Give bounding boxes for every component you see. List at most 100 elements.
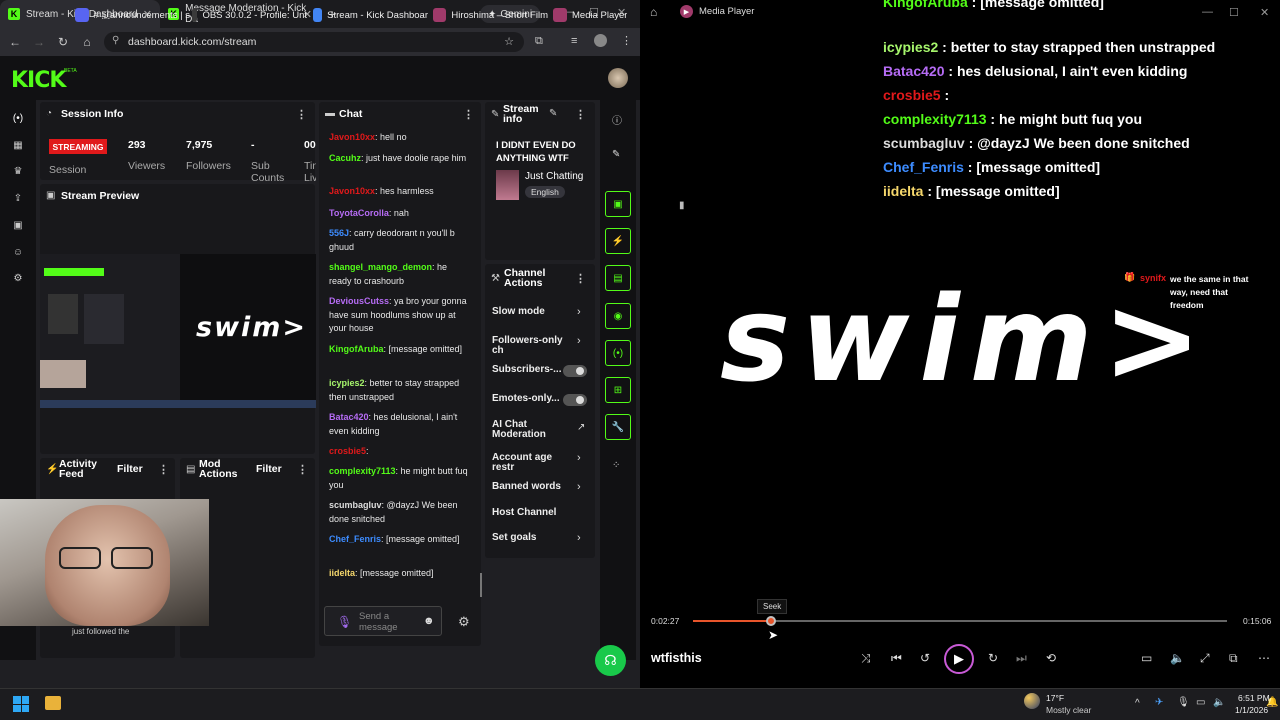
chat-message[interactable]: scumbagluv: @dayzJ We been done snitched bbox=[329, 499, 471, 526]
edit-stream-icon[interactable]: ✎ bbox=[549, 108, 557, 119]
stream-info-menu-icon[interactable]: ⋮ bbox=[575, 108, 586, 121]
play-button[interactable]: ▶ bbox=[944, 644, 974, 674]
chat-settings-icon[interactable]: ⚙ bbox=[458, 614, 470, 630]
maximize-icon[interactable]: ☐ bbox=[1229, 6, 1239, 19]
channel-action-item[interactable]: Banned words bbox=[492, 482, 572, 492]
chat-message[interactable]: Batac420: hes delusional, I ain't even k… bbox=[329, 411, 471, 438]
bookmark-star-icon[interactable]: ☆ bbox=[504, 35, 514, 48]
repeat-icon[interactable]: ⟲ bbox=[1046, 651, 1056, 665]
clock-date[interactable]: 1/1/2026 bbox=[1235, 705, 1268, 715]
chat-username[interactable]: shangel_mango_demon bbox=[329, 262, 432, 272]
forward-30-icon[interactable]: ↻ bbox=[988, 651, 998, 665]
seek-bar[interactable] bbox=[693, 616, 1227, 626]
shuffle-icon[interactable]: ⤨ bbox=[861, 651, 871, 666]
toggle-switch[interactable] bbox=[563, 394, 587, 406]
activity-menu-icon[interactable]: ⋮ bbox=[158, 463, 169, 476]
chat-message[interactable]: Cacuhz: just have doolie rape him bbox=[329, 152, 471, 166]
forward-icon[interactable]: → bbox=[27, 35, 51, 49]
home-icon[interactable]: ⌂ bbox=[650, 5, 657, 19]
channel-action-item[interactable]: Host Channel bbox=[492, 508, 572, 518]
chat-popout-button[interactable]: ◉ bbox=[605, 303, 631, 329]
taskbar-app[interactable]: # 🇺announcements | s bbox=[75, 8, 190, 22]
broadcast-button[interactable]: (•) bbox=[605, 340, 631, 366]
layout-button[interactable]: ⊞ bbox=[605, 377, 631, 403]
chat-message[interactable]: 556J: carry deodorant n you'll b ghuud bbox=[329, 227, 471, 254]
chat-username[interactable]: Javon10xx bbox=[329, 132, 375, 142]
channel-action-item[interactable]: Emotes-only... bbox=[492, 394, 572, 404]
minimize-icon[interactable]: — bbox=[1202, 6, 1213, 18]
chat-message[interactable]: ToyotaCorolla: nah bbox=[329, 207, 471, 221]
chevron-right-icon[interactable]: › bbox=[577, 481, 581, 493]
support-button[interactable]: ☊ bbox=[595, 645, 626, 676]
taskbar-app[interactable]: Media Player bbox=[553, 8, 627, 22]
chat-message[interactable]: Chef_Fenris: [message omitted] bbox=[329, 533, 471, 547]
chat-message[interactable]: Javon10xx: hell no bbox=[329, 131, 471, 145]
previous-icon[interactable]: ⏮ bbox=[891, 651, 902, 666]
chat-username[interactable]: 556J bbox=[329, 228, 349, 238]
mod-menu-icon[interactable]: ⋮ bbox=[297, 463, 308, 476]
reload-icon[interactable]: ↻ bbox=[51, 35, 75, 49]
chevron-right-icon[interactable]: › bbox=[577, 452, 581, 464]
chat-username[interactable]: crosbie5 bbox=[329, 446, 366, 456]
moderation-nav-icon[interactable]: ▣ bbox=[12, 220, 24, 232]
chat-scrollbar[interactable] bbox=[480, 573, 482, 597]
chat-message[interactable]: iidelta: [message omitted] bbox=[329, 567, 471, 581]
chat-message[interactable]: shangel_mango_demon: he ready to crashou… bbox=[329, 261, 471, 288]
channel-action-item[interactable]: Subscribers-... bbox=[492, 365, 572, 375]
channel-actions-menu-icon[interactable]: ⋮ bbox=[575, 272, 586, 285]
chat-input[interactable]: 🎙 Send a message ☻ bbox=[324, 606, 442, 636]
chevron-right-icon[interactable]: › bbox=[577, 306, 581, 318]
chevron-right-icon[interactable]: › bbox=[577, 335, 581, 347]
channel-action-item[interactable]: AI Chat Moderation bbox=[492, 420, 572, 440]
network-icon[interactable]: ▭ bbox=[1196, 697, 1205, 708]
home-icon[interactable]: ⌂ bbox=[75, 35, 99, 49]
chevron-right-icon[interactable]: › bbox=[577, 532, 581, 544]
screen-capture-button[interactable]: ▣ bbox=[605, 191, 631, 217]
weather-icon[interactable] bbox=[1024, 693, 1040, 709]
tools-button[interactable]: 🔧 bbox=[605, 414, 631, 440]
stream-nav-icon[interactable]: (•) bbox=[12, 113, 24, 125]
chat-message[interactable]: KingofAruba: [message omitted] bbox=[329, 343, 471, 357]
chat-username[interactable]: Chef_Fenris bbox=[329, 534, 381, 544]
notifications-icon[interactable]: 🔔 bbox=[1266, 697, 1278, 708]
chat-message[interactable]: DeviousCutss: ya bro your gonna have sum… bbox=[329, 295, 471, 336]
rewind-10-icon[interactable]: ↺ bbox=[920, 651, 930, 665]
channel-action-item[interactable]: Set goals bbox=[492, 533, 572, 543]
pencil-icon[interactable]: ✎ bbox=[612, 149, 620, 160]
more-options-icon[interactable]: ⋯ bbox=[1258, 651, 1270, 665]
settings-nav-icon[interactable]: ⚙ bbox=[12, 273, 24, 285]
next-icon[interactable]: ⏭ bbox=[1016, 651, 1027, 666]
site-info-icon[interactable]: ⚲ bbox=[112, 35, 119, 46]
info-icon[interactable]: ⓘ bbox=[612, 112, 622, 127]
chat-username[interactable]: Cacuhz bbox=[329, 153, 361, 163]
chat-message[interactable]: crosbie5: bbox=[329, 445, 471, 459]
volume-icon[interactable]: 🔈 bbox=[1170, 651, 1185, 665]
browser-menu-icon[interactable]: ⋮ bbox=[621, 34, 632, 47]
emoji-icon[interactable]: ☻ bbox=[423, 615, 435, 627]
tray-app-icon[interactable]: ✈ bbox=[1155, 697, 1163, 708]
profile-avatar[interactable] bbox=[594, 34, 607, 47]
taskbar-app[interactable]: Hiroshima – Short Film bbox=[433, 8, 548, 22]
captions-icon[interactable]: ▭ bbox=[1141, 651, 1152, 665]
toggle-switch[interactable] bbox=[563, 365, 587, 377]
cast-icon[interactable]: ⧉ bbox=[535, 35, 543, 48]
channel-action-item[interactable]: Followers-only ch bbox=[492, 336, 572, 356]
chat-username[interactable]: scumbagluv bbox=[329, 500, 382, 510]
upload-nav-icon[interactable]: ⇪ bbox=[12, 193, 24, 205]
category-name[interactable]: Just Chatting bbox=[525, 171, 583, 182]
chat-username[interactable]: iidelta bbox=[329, 568, 355, 578]
chat-message[interactable]: Javon10xx: hes harmless bbox=[329, 185, 471, 199]
kick-logo[interactable]: KICK bbox=[11, 68, 66, 93]
mod-filter-button[interactable]: Filter bbox=[256, 463, 282, 475]
chat-username[interactable]: Batac420 bbox=[329, 412, 369, 422]
chat-username[interactable]: DeviousCutss bbox=[329, 296, 389, 306]
category-thumbnail[interactable] bbox=[496, 170, 519, 200]
fullscreen-icon[interactable]: ⤢ bbox=[1200, 651, 1210, 666]
start-button[interactable] bbox=[13, 696, 29, 712]
chat-menu-icon[interactable]: ⋮ bbox=[463, 108, 474, 121]
chat-username[interactable]: icypies2 bbox=[329, 378, 365, 388]
chat-username[interactable]: ToyotaCorolla bbox=[329, 208, 389, 218]
microphone-icon[interactable]: 🎙 bbox=[337, 615, 352, 629]
channel-action-item[interactable]: Account age restr bbox=[492, 453, 572, 473]
close-window-icon[interactable]: ✕ bbox=[1260, 6, 1269, 19]
